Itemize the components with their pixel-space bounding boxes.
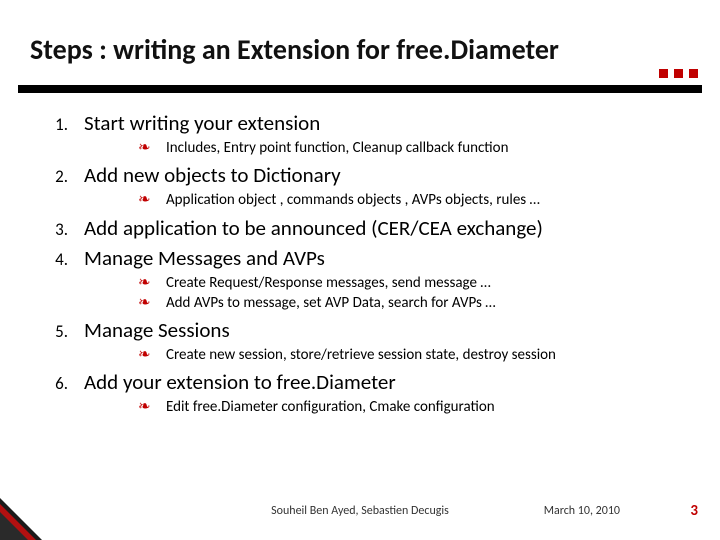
content-body: 1.Start writing your extension❧Includes,… <box>48 110 690 422</box>
accent-dot <box>674 69 683 78</box>
list-number: 5. <box>48 321 68 342</box>
accent-dot <box>659 69 668 78</box>
list-item-title: Manage Messages and AVPs <box>84 245 325 271</box>
divider-line <box>18 85 702 93</box>
sub-list: ❧ Create new session, store/retrieve sess… <box>138 345 690 365</box>
bullet-icon: ❧ <box>138 397 152 417</box>
sub-list: ❧ Includes, Entry point function, Cleanup… <box>138 138 690 158</box>
list-item: 2. Add new objects to Dictionary❧ Applicat… <box>48 162 690 210</box>
list-number: 4. <box>48 249 68 270</box>
accent-dots <box>659 69 698 78</box>
sub-list-item: ❧ Includes, Entry point function, Cleanup… <box>138 138 690 158</box>
bullet-icon: ❧ <box>138 345 152 365</box>
list-item: 1. Start writing your extension❧ Includes,… <box>48 110 690 158</box>
list-item-header: 1. Start writing your extension <box>48 110 690 136</box>
list-item: 6. Add your extension to free.Diameter❧ Ed… <box>48 369 690 417</box>
list-item-title: Add your extension to free.Diameter <box>84 369 396 395</box>
slide-title: Steps : writing an Extension for free.Di… <box>30 32 710 67</box>
sub-list-text: Create new session, store/retrieve sessi… <box>166 345 556 365</box>
list-number: 2. <box>48 166 68 187</box>
corner-decoration <box>0 498 42 540</box>
list-item-header: 6. Add your extension to free.Diameter <box>48 369 690 395</box>
sub-list-text: Add AVPs to message, set AVP Data, searc… <box>166 293 496 313</box>
sub-list-text: Application object , commands objects , … <box>166 190 540 210</box>
sub-list-item: ❧ Add AVPs to message, set AVP Data, sear… <box>138 293 690 313</box>
list-item: 5. Manage Sessions❧ Create new session, st… <box>48 317 690 365</box>
sub-list: ❧ Application object , commands objects ,… <box>138 190 690 210</box>
bullet-icon: ❧ <box>138 293 152 313</box>
title-rule <box>0 85 720 93</box>
sub-list-item: ❧ Create Request/Response messages, send … <box>138 273 690 293</box>
bullet-icon: ❧ <box>138 190 152 210</box>
list-item-header: 5. Manage Sessions <box>48 317 690 343</box>
list-item-title: Manage Sessions <box>84 317 230 343</box>
sub-list-item: ❧ Edit free.Diameter configuration, Cmake… <box>138 397 690 417</box>
page-number: 3 <box>690 502 698 520</box>
list-number: 1. <box>48 114 68 135</box>
bullet-icon: ❧ <box>138 138 152 158</box>
sub-list-text: Edit free.Diameter configuration, Cmake … <box>166 397 495 417</box>
sub-list-text: Includes, Entry point function, Cleanup … <box>166 138 508 158</box>
list-number: 6. <box>48 373 68 394</box>
sub-list-item: ❧ Application object , commands objects ,… <box>138 190 690 210</box>
list-item-title: Add new objects to Dictionary <box>84 162 341 188</box>
list-item: 3. Add application to be announced (CER/C… <box>48 215 690 241</box>
accent-dot <box>689 69 698 78</box>
list-number: 3. <box>48 219 68 240</box>
list-item-header: 2. Add new objects to Dictionary <box>48 162 690 188</box>
list-item: 4.Manage Messages and AVPs❧Create Reques… <box>48 245 690 314</box>
footer-date: March 10, 2010 <box>544 504 620 518</box>
list-item-title: Start writing your extension <box>84 110 320 136</box>
sub-list: ❧ Edit free.Diameter configuration, Cmake… <box>138 397 690 417</box>
slide: Steps : writing an Extension for free.Di… <box>0 0 720 540</box>
list-item-header: 4. Manage Messages and AVPs <box>48 245 690 271</box>
sub-list: ❧ Create Request/Response messages, send … <box>138 273 690 314</box>
sub-list-item: ❧ Create new session, store/retrieve sess… <box>138 345 690 365</box>
list-item-header: 3. Add application to be announced (CER/C… <box>48 215 690 241</box>
list-item-title: Add application to be announced (CER/CEA… <box>84 215 543 241</box>
bullet-icon: ❧ <box>138 273 152 293</box>
sub-list-text: Create Request/Response messages, send m… <box>166 273 491 293</box>
